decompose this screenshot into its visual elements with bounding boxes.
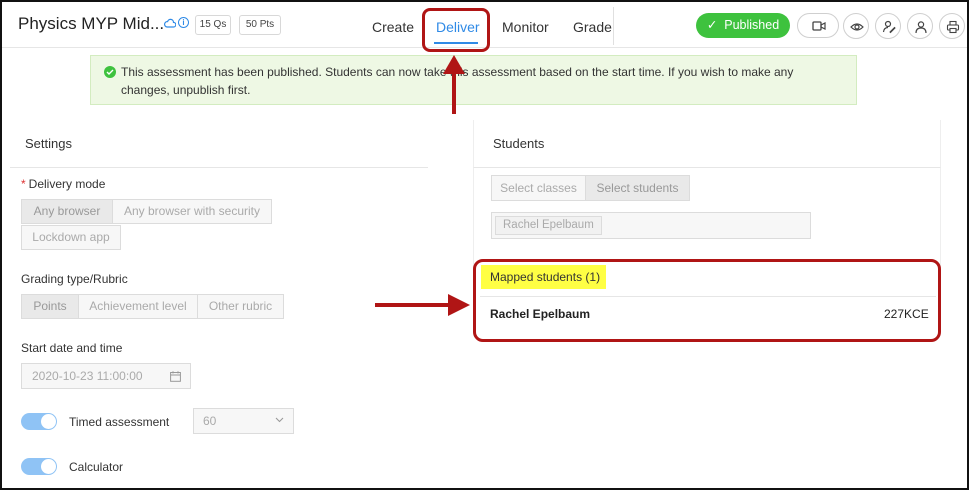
right-arrow <box>375 294 470 316</box>
annotation-arrows <box>375 55 470 316</box>
app-window: Physics MYP Mid... i 15 Qs 50 Pts Create… <box>0 0 969 490</box>
up-arrow <box>443 55 465 114</box>
